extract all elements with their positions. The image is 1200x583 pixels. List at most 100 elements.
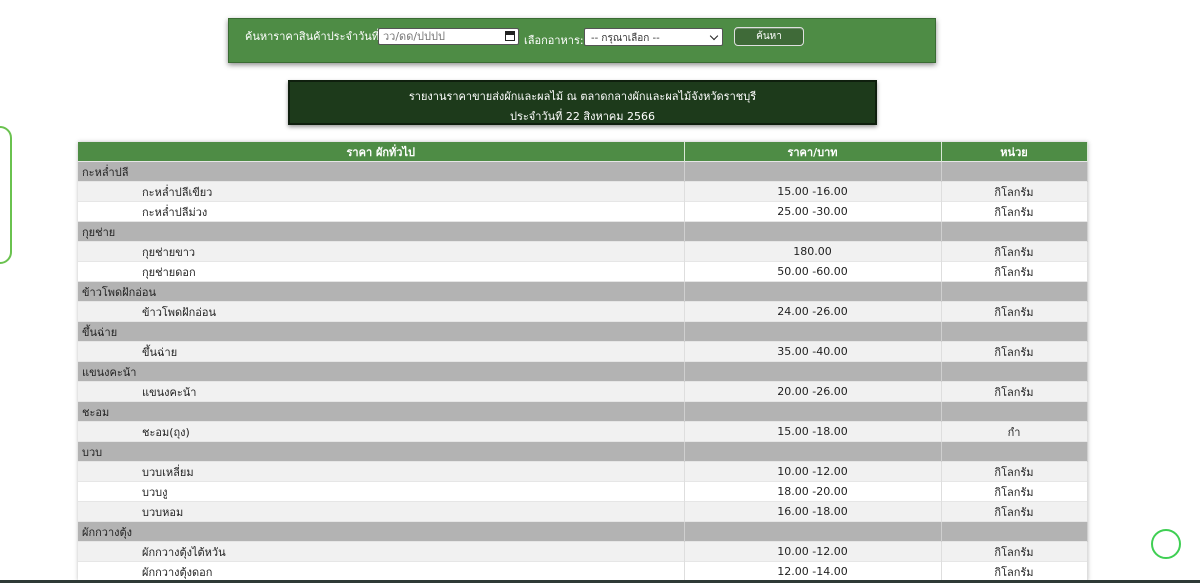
table-row: บวบหอม 16.00 -18.00 กิโลกรัม	[78, 501, 1088, 522]
category-row: กะหล่ำปลี	[78, 161, 1088, 182]
category-row: ขึ้นฉ่าย	[78, 321, 1088, 342]
product-name: บวบหอม	[78, 501, 685, 522]
table-row: แขนงคะน้า 20.00 -26.00 กิโลกรัม	[78, 381, 1088, 402]
report-title: รายงานราคาขายส่งผักและผลไม้ ณ ตลาดกลางผั…	[288, 80, 877, 125]
category-name: ขึ้นฉ่าย	[78, 321, 685, 342]
category-row: ผักกวางตุ้ง	[78, 521, 1088, 542]
chat-button[interactable]	[1151, 529, 1181, 559]
table-row: กุยช่ายขาว 180.00 กิโลกรัม	[78, 241, 1088, 262]
product-unit: กิโลกรัม	[941, 501, 1088, 522]
table-row: ผักกวางตุ้งดอก 12.00 -14.00 กิโลกรัม	[78, 561, 1088, 581]
product-unit: กำ	[941, 421, 1088, 442]
product-name: บวบเหลี่ยม	[78, 461, 685, 482]
category-price-empty	[684, 321, 942, 342]
report-title-line1: รายงานราคาขายส่งผักและผลไม้ ณ ตลาดกลางผั…	[408, 90, 757, 103]
category-name: ชะอม	[78, 401, 685, 422]
category-price-empty	[684, 161, 942, 182]
category-unit-empty	[941, 441, 1088, 462]
date-label: ค้นหาราคาสินค้าประจำวันที่ :	[245, 30, 387, 43]
header-unit: หน่วย	[941, 142, 1088, 162]
product-price: 12.00 -14.00	[684, 561, 942, 581]
product-price: 24.00 -26.00	[684, 301, 942, 322]
category-name: ผักกวางตุ้ง	[78, 521, 685, 542]
product-price: 25.00 -30.00	[684, 201, 942, 222]
table-row: กุยช่ายดอก 50.00 -60.00 กิโลกรัม	[78, 261, 1088, 282]
search-button[interactable]: ค้นหา	[734, 27, 804, 46]
product-price: 50.00 -60.00	[684, 261, 942, 282]
category-name: ข้าวโพดฝักอ่อน	[78, 281, 685, 302]
product-price: 18.00 -20.00	[684, 481, 942, 502]
table-row: ชะอม(ถุง) 15.00 -18.00 กำ	[78, 421, 1088, 442]
product-price: 15.00 -16.00	[684, 181, 942, 202]
search-panel: ค้นหาราคาสินค้าประจำวันที่ : เลือกอาหาร:…	[228, 18, 936, 63]
food-label: เลือกอาหาร:	[524, 34, 584, 47]
category-name: บวบ	[78, 441, 685, 462]
category-unit-empty	[941, 161, 1088, 182]
product-name: ผักกวางตุ้งไต้หวัน	[78, 541, 685, 562]
category-unit-empty	[941, 401, 1088, 422]
product-price: 10.00 -12.00	[684, 541, 942, 562]
product-name: กะหล่ำปลีเขียว	[78, 181, 685, 202]
header-price: ราคา/บาท	[684, 142, 942, 162]
table-body: กะหล่ำปลี กะหล่ำปลีเขียว 15.00 -16.00 กิโลก…	[78, 161, 1088, 581]
product-name: แขนงคะน้า	[78, 381, 685, 402]
product-unit: กิโลกรัม	[941, 301, 1088, 322]
category-row: บวบ	[78, 441, 1088, 462]
date-input[interactable]	[378, 28, 519, 45]
category-price-empty	[684, 521, 942, 542]
product-unit: กิโลกรัม	[941, 201, 1088, 222]
product-price: 180.00	[684, 241, 942, 262]
category-unit-empty	[941, 321, 1088, 342]
product-unit: กิโลกรัม	[941, 341, 1088, 362]
product-name: ชะอม(ถุง)	[78, 421, 685, 442]
product-unit: กิโลกรัม	[941, 241, 1088, 262]
category-name: กะหล่ำปลี	[78, 161, 685, 182]
category-price-empty	[684, 221, 942, 242]
product-name: ผักกวางตุ้งดอก	[78, 561, 685, 581]
header-product: ราคา ผักทั่วไป	[78, 142, 685, 162]
product-price: 15.00 -18.00	[684, 421, 942, 442]
calendar-icon[interactable]	[505, 31, 515, 41]
product-name: กะหล่ำปลีม่วง	[78, 201, 685, 222]
category-unit-empty	[941, 361, 1088, 382]
page: ค้นหาราคาสินค้าประจำวันที่ : เลือกอาหาร:…	[0, 0, 1200, 583]
category-unit-empty	[941, 281, 1088, 302]
table-row: กะหล่ำปลีเขียว 15.00 -16.00 กิโลกรัม	[78, 181, 1088, 202]
price-table: ราคา ผักทั่วไป ราคา/บาท หน่วย กะหล่ำปลีก…	[78, 142, 1088, 581]
table-row: บวบงู 18.00 -20.00 กิโลกรัม	[78, 481, 1088, 502]
category-price-empty	[684, 401, 942, 422]
product-unit: กิโลกรัม	[941, 181, 1088, 202]
table-row: บวบเหลี่ยม 10.00 -12.00 กิโลกรัม	[78, 461, 1088, 482]
product-name: ขึ้นฉ่าย	[78, 341, 685, 362]
category-name: แขนงคะน้า	[78, 361, 685, 382]
category-row: แขนงคะน้า	[78, 361, 1088, 382]
food-select[interactable]: -- กรุณาเลือก --	[584, 28, 723, 46]
product-name: กุยช่ายขาว	[78, 241, 685, 262]
product-unit: กิโลกรัม	[941, 481, 1088, 502]
product-price: 10.00 -12.00	[684, 461, 942, 482]
category-unit-empty	[941, 221, 1088, 242]
product-price: 16.00 -18.00	[684, 501, 942, 522]
category-row: ข้าวโพดฝักอ่อน	[78, 281, 1088, 302]
table-row: กะหล่ำปลีม่วง 25.00 -30.00 กิโลกรัม	[78, 201, 1088, 222]
chevron-down-icon	[709, 31, 719, 41]
table-row: ข้าวโพดฝักอ่อน 24.00 -26.00 กิโลกรัม	[78, 301, 1088, 322]
product-unit: กิโลกรัม	[941, 381, 1088, 402]
product-unit: กิโลกรัม	[941, 461, 1088, 482]
food-select-value: -- กรุณาเลือก --	[591, 33, 660, 44]
product-price: 35.00 -40.00	[684, 341, 942, 362]
table-header-row: ราคา ผักทั่วไป ราคา/บาท หน่วย	[78, 142, 1088, 162]
category-row: ชะอม	[78, 401, 1088, 422]
report-date-line: ประจำวันที่ 22 สิงหาคม 2566	[510, 110, 655, 123]
product-unit: กิโลกรัม	[941, 261, 1088, 282]
category-name: กุยช่าย	[78, 221, 685, 242]
category-price-empty	[684, 281, 942, 302]
side-panel-tab[interactable]	[0, 126, 12, 264]
product-unit: กิโลกรัม	[941, 541, 1088, 562]
product-name: กุยช่ายดอก	[78, 261, 685, 282]
category-row: กุยช่าย	[78, 221, 1088, 242]
table-row: ผักกวางตุ้งไต้หวัน 10.00 -12.00 กิโลกรัม	[78, 541, 1088, 562]
product-unit: กิโลกรัม	[941, 561, 1088, 581]
category-unit-empty	[941, 521, 1088, 542]
category-price-empty	[684, 441, 942, 462]
